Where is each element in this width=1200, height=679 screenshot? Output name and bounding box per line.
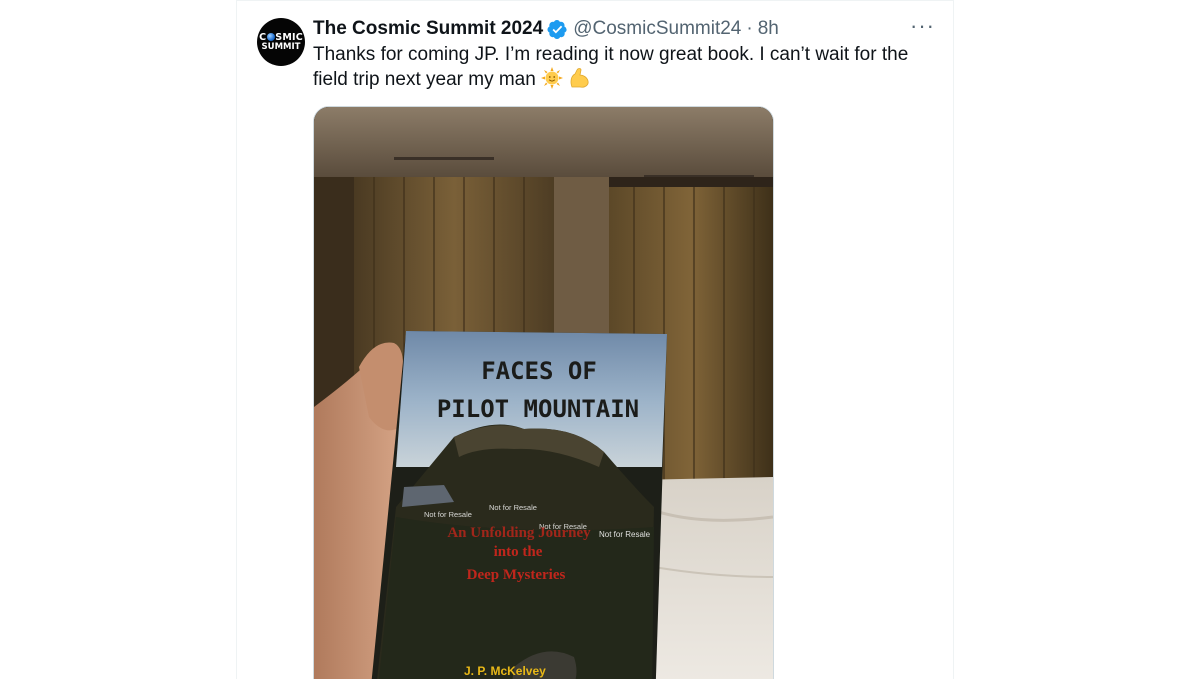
tweet-card[interactable]: C SMIC SUMMIT The Cosmic Summit 2024 @Cos… <box>236 0 954 679</box>
book-author: J. P. McKelvey <box>464 664 546 678</box>
book-title-line2: PILOT MOUNTAIN <box>437 395 639 423</box>
verified-badge-icon[interactable] <box>547 19 568 40</box>
separator-dot: · <box>746 18 753 39</box>
avatar-line2: SUMMIT <box>261 42 301 52</box>
book-title-line1: FACES OF <box>481 357 597 385</box>
more-options-icon[interactable]: ··· <box>910 15 935 37</box>
user-handle[interactable]: @CosmicSummit24 <box>573 18 741 40</box>
avatar[interactable]: C SMIC SUMMIT <box>257 18 305 66</box>
tweet-header: The Cosmic Summit 2024 @CosmicSummit24 ·… <box>313 17 937 41</box>
globe-icon <box>266 33 275 42</box>
tweet-body: Thanks for coming JP. I’m reading it now… <box>313 44 909 90</box>
book-subtitle-line2: into the <box>494 544 543 560</box>
book-subtitle-line1: An Unfolding Journey <box>447 525 591 541</box>
book-subtitle-line3: Deep Mysteries <box>467 567 566 583</box>
stamp-2: Not for Resale <box>489 503 537 512</box>
timestamp[interactable]: 8h <box>758 18 779 40</box>
tweet-text: Thanks for coming JP. I’m reading it now… <box>313 43 933 92</box>
avatar-line1: C SMIC <box>259 31 303 43</box>
book-photo: FACES OF PILOT MOUNTAIN Not for Resale N… <box>314 107 773 679</box>
tweet-media-photo[interactable]: FACES OF PILOT MOUNTAIN Not for Resale N… <box>313 106 774 679</box>
stamp-4: Not for Resale <box>599 530 651 539</box>
stamp-1: Not for Resale <box>424 510 472 519</box>
sun-with-face-icon <box>541 67 564 89</box>
display-name[interactable]: The Cosmic Summit 2024 <box>313 18 543 40</box>
flexed-biceps-icon <box>570 68 589 88</box>
